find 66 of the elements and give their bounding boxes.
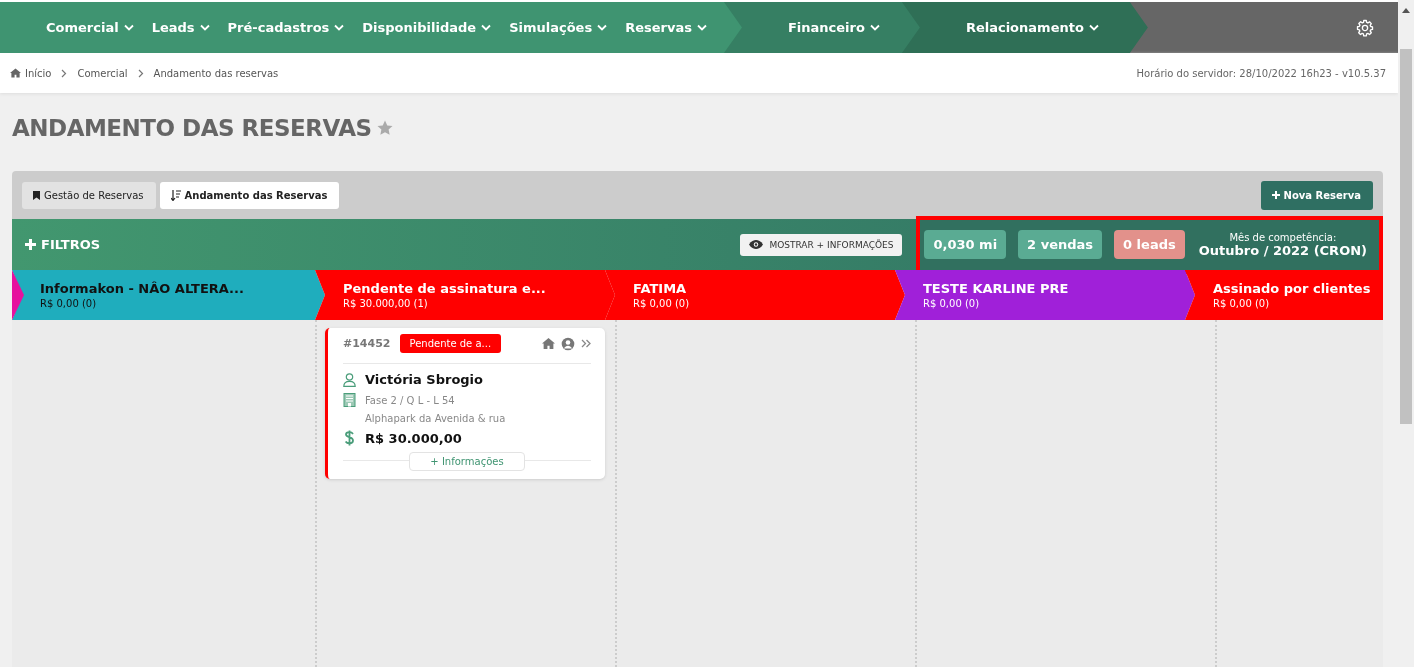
stat-badge: 0,030 mi [924, 230, 1007, 259]
chevron-down-icon [123, 24, 134, 31]
reservation-number: #14452 [343, 337, 391, 350]
project-text: Alphapark da Avenida & rua [365, 413, 506, 424]
show-more-button[interactable]: MOSTRAR + INFORMAÇÕES [740, 233, 903, 256]
breadcrumb-current-page: Andamento das reservas [153, 67, 279, 79]
chevron-right-icon [61, 68, 68, 78]
double-chevron-right-icon[interactable] [581, 339, 591, 348]
user-circle-icon[interactable] [561, 336, 575, 351]
chevron-down-icon [481, 24, 492, 31]
reservation-card[interactable]: #14452 Pendente de a... Victória Sbrogio Fase 2 / Q L - L 54 Alphapark da Avenida & rua R$ 30.000,00 + Informações [325, 328, 605, 479]
menu-item[interactable]: Leads [142, 20, 219, 35]
tab[interactable]: Andamento das Reservas [159, 181, 340, 209]
home-icon[interactable] [542, 338, 555, 349]
chevron-down-icon [1088, 24, 1099, 31]
chevron-down-icon [199, 24, 210, 31]
new-reservation-button[interactable]: Nova Reserva [1260, 180, 1373, 210]
filters-toggle[interactable]: FILTROS [25, 237, 101, 252]
home-icon [10, 68, 21, 78]
chevron-right-icon [137, 68, 144, 78]
user-icon [343, 372, 356, 387]
reservation-value: R$ 30.000,00 [365, 430, 462, 446]
server-time-text: Horário do servidor: 28/10/2022 16h23 - v10.5.37 [1136, 67, 1386, 79]
period-value: Outubro / 2022 (CRON) [1198, 242, 1367, 258]
page-title: ANDAMENTO DAS RESERVAS [12, 115, 372, 141]
building-icon [343, 393, 356, 407]
menu-item[interactable]: Reservas [616, 20, 716, 35]
plus-icon [25, 239, 36, 250]
dollar-icon [343, 430, 356, 446]
star-icon[interactable] [375, 119, 394, 137]
column-title: Pendente de assinatura e... [343, 281, 547, 296]
column-total: R$ 0,00 (0) [633, 298, 691, 309]
scroll-up-arrow-icon[interactable] [1402, 8, 1410, 13]
menu-item[interactable]: Pré-cadastros [218, 20, 354, 35]
menu-item[interactable]: Disponibilidade [353, 20, 501, 35]
column-title: Assinado por clientes [1213, 281, 1372, 296]
chevron-down-icon [334, 24, 345, 31]
more-info-button[interactable]: + Informações [409, 452, 525, 471]
column-total: R$ 0,00 (0) [1213, 298, 1271, 309]
period-label: Mês de competência: [1229, 231, 1337, 243]
eye-icon [749, 240, 764, 249]
chevron-down-icon [696, 24, 707, 31]
column-total: R$ 0,00 (0) [40, 298, 98, 309]
status-tag: Pendente de a... [399, 334, 502, 353]
stat-badge: 0 leads [1114, 230, 1185, 259]
column-total: R$ 30.000,00 (1) [343, 298, 429, 309]
menu-item[interactable]: Financeiro [778, 20, 889, 35]
unit-text: Fase 2 / Q L - L 54 [365, 394, 455, 406]
settings-icon[interactable] [1356, 18, 1374, 37]
column-title: Informakon - NÂO ALTERA... [40, 281, 245, 296]
sort-icon [170, 189, 181, 201]
bookmark-icon [33, 190, 40, 200]
plus-icon [1271, 191, 1280, 199]
chevron-down-icon [869, 24, 880, 31]
menu-item[interactable]: Comercial [37, 20, 143, 35]
breadcrumb-link[interactable]: Início [25, 67, 52, 79]
breadcrumb-link[interactable]: Comercial [77, 67, 128, 79]
tab[interactable]: Gestão de Reservas [22, 181, 156, 209]
column-total: R$ 0,00 (0) [923, 298, 981, 309]
column-title: TESTE KARLINE PRE [923, 281, 1070, 296]
menu-item[interactable]: Relacionamento [956, 20, 1108, 35]
client-name: Victória Sbrogio [365, 372, 483, 387]
chevron-down-icon [597, 24, 608, 31]
column-title: FATIMA [633, 281, 688, 296]
menu-item[interactable]: Simulações [500, 20, 617, 35]
stat-badge: 2 vendas [1018, 230, 1103, 259]
